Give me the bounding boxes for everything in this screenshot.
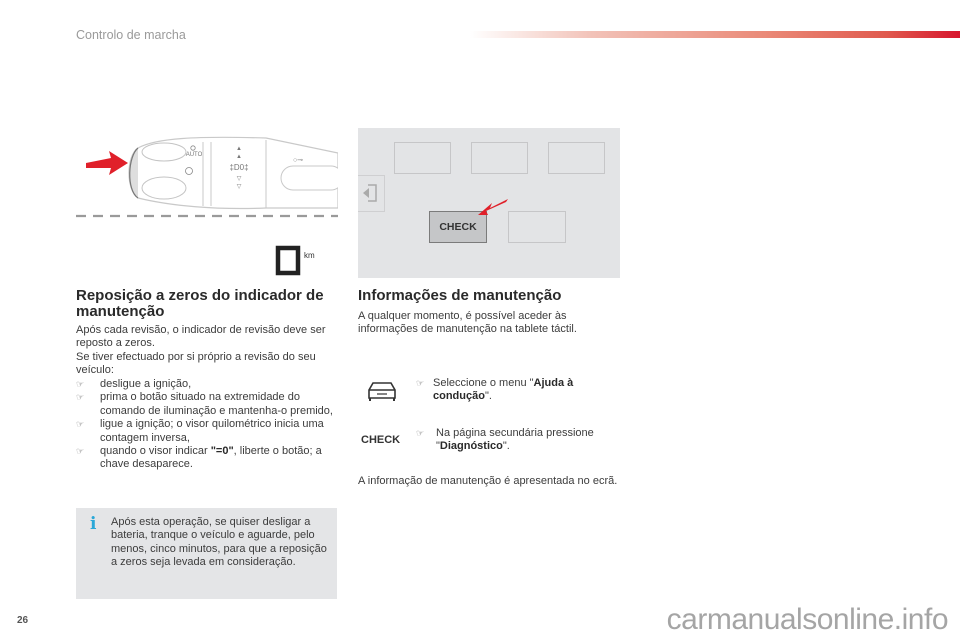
back-icon [363,184,377,202]
pointing-hand-icon: ☞ [76,446,85,457]
km-unit: km [304,251,315,260]
info-note: i Após esta operação, se quiser desligar… [76,508,337,599]
maintenance-conclusion: A informação de manutenção é apresentada… [358,475,618,487]
info-note-text: Após esta operação, se quiser desligar a… [111,516,327,569]
check-label: CHECK [361,434,401,446]
auto-label: AUTO [186,152,203,158]
stalk-end-button [129,147,139,199]
reset-intro-2: Se tiver efectuado por si próprio a revi… [76,351,316,377]
menu-tile[interactable] [508,211,566,243]
step-text: quando o visor indicar [100,445,211,458]
red-arrow-icon [478,199,508,215]
menu-tile[interactable] [471,142,528,174]
step-text: ligue a ignição; o visor quilométrico in… [100,418,324,444]
touch-tablet-illustration: CHECK [358,128,620,278]
reset-intro-1: Após cada revisão, o indicador de revisã… [76,324,326,350]
car-icon [368,382,396,401]
list-item: ☞ desligue a ignição, [76,378,344,391]
back-button[interactable] [358,175,385,212]
step-text: ". [502,440,510,453]
watermark: carmanualsonline.info [666,603,949,636]
step-text: Seleccione o menu " [433,377,534,389]
pointing-hand-icon: ☞ [416,428,425,438]
page-number: 26 [17,615,29,626]
list-item: ☞ quando o visor indicar "=0", liberte o … [76,445,344,472]
reset-heading: Reposição a zeros do indicador de manute… [76,287,324,320]
list-item: ☞ prima o botão situado na extremidade do… [76,391,344,418]
step-text: prima o botão situado na extremidade do … [100,391,333,417]
menu-tile[interactable] [548,142,605,174]
pointing-hand-icon: ☞ [76,419,85,430]
display-value: "=0" [210,445,234,458]
pointing-hand-icon: ☞ [416,378,425,388]
svg-text:▽: ▽ [237,176,242,182]
header-accent-bar [470,31,960,38]
red-arrow-icon [86,151,128,175]
svg-text:▽: ▽ [237,184,242,190]
step-text: desligue a ignição, [100,378,192,390]
svg-text:▲: ▲ [236,146,242,152]
odometer-display-icon [275,245,301,276]
diagnostic-label: Diagnóstico [439,440,503,453]
section-title: Controlo de marcha [76,28,186,42]
step-select-menu: ☞ Seleccione o menu "Ajuda à condução". [416,377,633,404]
reset-steps-list: ☞ desligue a ignição, ☞ prima o botão situ… [76,378,344,472]
info-icon: i [90,514,97,534]
step-press-diagnostic: ☞ Na página secundária pressione "Diagnó… [416,427,641,454]
step-text: ". [484,390,492,403]
svg-text:‡D0‡: ‡D0‡ [229,163,248,172]
menu-tile[interactable] [394,142,451,174]
list-item: ☞ ligue a ignição; o visor quilométrico i… [76,418,344,445]
pointing-hand-icon: ☞ [76,392,85,403]
svg-text:▲: ▲ [236,154,242,160]
lighting-stalk-drawing: AUTO ▲ ▲ ‡D0‡ ▽ ▽ ○⊸ km [76,136,344,276]
pointing-hand-icon: ☞ [76,379,85,389]
maintenance-info-intro: A qualquer momento, é possível aceder às… [358,310,577,336]
maintenance-info-heading: Informações de manutenção [358,287,562,304]
key-symbol: ○⊸ [293,157,303,164]
lighting-stalk-illustration: AUTO ▲ ▲ ‡D0‡ ▽ ▽ ○⊸ km [76,128,344,278]
